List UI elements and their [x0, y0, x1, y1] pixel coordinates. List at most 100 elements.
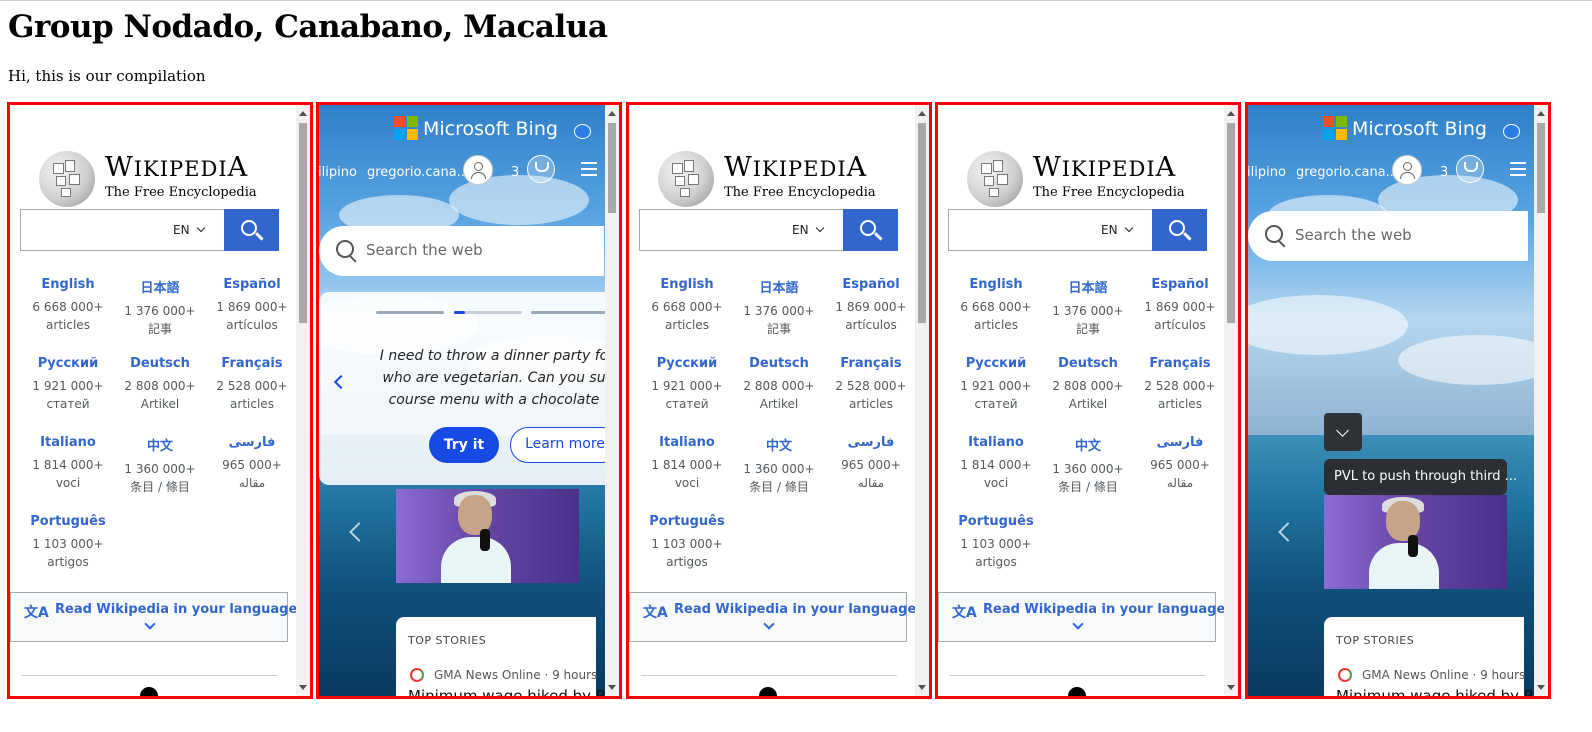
avatar[interactable]: [463, 155, 493, 185]
chevron-left-icon[interactable]: [333, 374, 349, 390]
search-button[interactable]: [843, 209, 898, 251]
scrollbar[interactable]: [296, 105, 310, 696]
language-name[interactable]: Español: [1134, 277, 1226, 292]
news-thumbnail[interactable]: [396, 489, 579, 583]
language-link[interactable]: 日本語 1 376 000+ 記事: [733, 277, 825, 338]
search-input[interactable]: Search the web: [319, 226, 604, 276]
language-link[interactable]: Português 1 103 000+ artigos: [22, 514, 114, 571]
rewards-points[interactable]: 3: [1440, 165, 1448, 180]
chat-icon[interactable]: [1503, 124, 1520, 139]
language-link[interactable]: Français 2 528 000+ articles: [825, 356, 917, 413]
search-button[interactable]: [224, 209, 279, 251]
language-name[interactable]: Deutsch: [1042, 356, 1134, 371]
scroll-down-icon[interactable]: [918, 685, 926, 690]
language-link[interactable]: Italiano 1 814 000+ voci: [641, 435, 733, 492]
language-name[interactable]: Italiano: [22, 435, 114, 450]
search-input[interactable]: Search the web: [1248, 211, 1528, 261]
language-link[interactable]: Português 1 103 000+ artigos: [641, 514, 733, 571]
news-headline[interactable]: Minimum wage hiked by P40 i: [408, 687, 619, 696]
language-name[interactable]: Português: [22, 514, 114, 529]
language-link[interactable]: Русский 1 921 000+ статей: [22, 356, 114, 413]
language-link[interactable]: 中文 1 360 000+ 条目 / 條目: [1042, 435, 1134, 496]
user-name[interactable]: gregorio.cana...: [1296, 165, 1398, 180]
language-selector[interactable]: EN: [1101, 223, 1118, 237]
hamburger-menu-icon[interactable]: [1510, 162, 1526, 164]
scroll-up-icon[interactable]: [918, 111, 926, 116]
language-link[interactable]: Español 1 869 000+ artículos: [825, 277, 917, 334]
language-name[interactable]: Français: [825, 356, 917, 371]
scrollbar[interactable]: [1534, 105, 1548, 696]
language-name[interactable]: English: [950, 277, 1042, 292]
collapse-button[interactable]: [1324, 413, 1362, 451]
language-link[interactable]: Italiano 1 814 000+ voci: [22, 435, 114, 492]
read-in-language-button[interactable]: 文A Read Wikipedia in your language: [629, 592, 916, 642]
scroll-down-icon[interactable]: [1537, 685, 1545, 690]
scrollbar[interactable]: [605, 105, 619, 696]
language-name[interactable]: Русский: [641, 356, 733, 371]
language-link[interactable]: فارسی 965 000+ مقاله: [1134, 435, 1226, 492]
language-name[interactable]: English: [641, 277, 733, 292]
language-link[interactable]: Español 1 869 000+ artículos: [1134, 277, 1226, 334]
language-name[interactable]: 中文: [733, 435, 825, 454]
language-name[interactable]: Español: [825, 277, 917, 292]
language-link[interactable]: Deutsch 2 808 000+ Artikel: [733, 356, 825, 413]
bing-brand[interactable]: Microsoft Bing: [423, 118, 558, 140]
rewards-trophy-icon[interactable]: [527, 155, 555, 183]
language-name[interactable]: 日本語: [1042, 277, 1134, 296]
top-stories-card[interactable]: TOP STORIES GMA News Online · 9 hours Mi…: [396, 617, 619, 696]
language-link[interactable]: Deutsch 2 808 000+ Artikel: [114, 356, 206, 413]
language-name[interactable]: Русский: [22, 356, 114, 371]
language-link[interactable]: 日本語 1 376 000+ 記事: [1042, 277, 1134, 338]
scroll-down-icon[interactable]: [299, 685, 307, 690]
language-link[interactable]: ilipino: [319, 165, 357, 180]
language-link[interactable]: 中文 1 360 000+ 条目 / 條目: [733, 435, 825, 496]
language-name[interactable]: Português: [641, 514, 733, 529]
language-link[interactable]: 日本語 1 376 000+ 記事: [114, 277, 206, 338]
language-name[interactable]: 日本語: [733, 277, 825, 296]
language-name[interactable]: فارسی: [206, 435, 298, 450]
carousel-indicators[interactable]: [376, 311, 616, 314]
language-name[interactable]: Français: [1134, 356, 1226, 371]
scroll-up-icon[interactable]: [299, 111, 307, 116]
language-name[interactable]: 中文: [1042, 435, 1134, 454]
language-link[interactable]: فارسی 965 000+ مقاله: [206, 435, 298, 492]
language-name[interactable]: Русский: [950, 356, 1042, 371]
language-link[interactable]: 中文 1 360 000+ 条目 / 條目: [114, 435, 206, 496]
rewards-trophy-icon[interactable]: [1456, 155, 1484, 183]
language-name[interactable]: Deutsch: [114, 356, 206, 371]
language-link[interactable]: English 6 668 000+ articles: [641, 277, 733, 334]
language-name[interactable]: Français: [206, 356, 298, 371]
bing-brand[interactable]: Microsoft Bing: [1352, 118, 1487, 140]
learn-more-button[interactable]: Learn more: [510, 427, 619, 463]
language-link[interactable]: Español 1 869 000+ artículos: [206, 277, 298, 334]
scrollbar[interactable]: [915, 105, 929, 696]
scrollbar-thumb[interactable]: [1537, 123, 1545, 213]
language-link[interactable]: Русский 1 921 000+ статей: [950, 356, 1042, 413]
language-name[interactable]: Italiano: [950, 435, 1042, 450]
language-link[interactable]: فارسی 965 000+ مقاله: [825, 435, 917, 492]
scroll-down-icon[interactable]: [1227, 685, 1235, 690]
news-thumbnail[interactable]: [1324, 495, 1507, 589]
top-stories-card[interactable]: TOP STORIES GMA News Online · 9 hours Mi…: [1324, 617, 1548, 696]
read-in-language-button[interactable]: 文A Read Wikipedia in your language: [938, 592, 1225, 642]
language-name[interactable]: English: [22, 277, 114, 292]
scroll-up-icon[interactable]: [608, 111, 616, 116]
language-link[interactable]: Italiano 1 814 000+ voci: [950, 435, 1042, 492]
scroll-down-icon[interactable]: [608, 685, 616, 690]
language-name[interactable]: 中文: [114, 435, 206, 454]
try-it-button[interactable]: Try it: [429, 427, 499, 463]
language-selector[interactable]: EN: [792, 223, 809, 237]
language-name[interactable]: فارسی: [1134, 435, 1226, 450]
rewards-points[interactable]: 3: [511, 165, 519, 180]
scrollbar-thumb[interactable]: [1227, 123, 1235, 323]
language-link[interactable]: Français 2 528 000+ articles: [206, 356, 298, 413]
news-headline[interactable]: Minimum wage hiked by P40 i: [1336, 687, 1548, 696]
language-selector[interactable]: EN: [173, 223, 190, 237]
language-name[interactable]: فارسی: [825, 435, 917, 450]
read-in-language-button[interactable]: 文A Read Wikipedia in your language: [10, 592, 297, 642]
user-name[interactable]: gregorio.cana...: [367, 165, 469, 180]
language-name[interactable]: Español: [206, 277, 298, 292]
language-link[interactable]: ilipino: [1248, 165, 1286, 180]
scrollbar-thumb[interactable]: [918, 123, 926, 323]
hamburger-menu-icon[interactable]: [581, 162, 597, 164]
